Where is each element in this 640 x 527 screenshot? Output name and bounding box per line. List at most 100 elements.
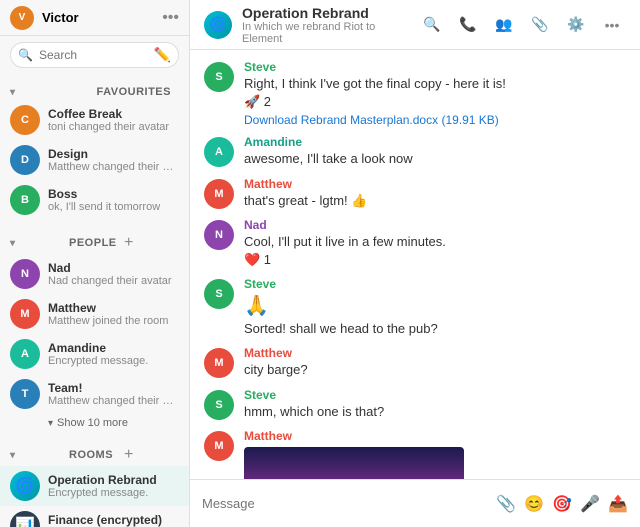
message-avatar: M — [204, 348, 234, 378]
message-avatar: M — [204, 431, 234, 461]
header-menu-icon[interactable]: ••• — [162, 9, 179, 27]
emoji-icon[interactable]: 😊 — [524, 494, 544, 514]
message-avatar: S — [204, 279, 234, 309]
message-group: A Amandine awesome, I'll take a look now — [204, 135, 626, 168]
message-sender: Matthew — [244, 429, 626, 443]
show-more-chevron-icon: ▾ — [48, 418, 53, 429]
sunset-image — [244, 447, 464, 479]
message-group: N Nad Cool, I'll put it live in a few mi… — [204, 218, 626, 269]
amandine-avatar: A — [10, 339, 40, 369]
message-text: 🙏 — [244, 292, 626, 320]
user-name: Victor — [42, 10, 162, 25]
matthew-name: Matthew — [48, 301, 179, 315]
search-icon: 🔍 — [18, 48, 33, 62]
attachment-icon[interactable]: 📎 — [496, 494, 516, 514]
finance-avatar: 📊 — [10, 511, 40, 527]
finance-name: Finance (encrypted) — [48, 513, 179, 527]
chat-area: 🌀 Operation Rebrand In which we rebrand … — [190, 0, 640, 527]
message-group: S Steve hmm, which one is that? — [204, 388, 626, 421]
voice-icon[interactable]: 🎤 — [580, 494, 600, 514]
chat-messages: S Steve Right, I think I've got the fina… — [190, 50, 640, 479]
message-sender: Steve — [244, 277, 626, 291]
message-sender: Matthew — [244, 177, 626, 191]
add-room-icon[interactable]: + — [124, 446, 179, 464]
message-avatar: M — [204, 179, 234, 209]
chat-title: Operation Rebrand — [242, 5, 418, 21]
matthew-avatar: M — [10, 299, 40, 329]
people-show-more-label: Show 10 more — [57, 417, 128, 429]
design-name: Design — [48, 147, 179, 161]
sidebar: V Victor ••• 🔍 ✏️ ▾ FAVOURITES C Coffee … — [0, 0, 190, 527]
message-sender: Steve — [244, 388, 626, 402]
amandine-sub: Encrypted message. — [48, 355, 179, 367]
overflow-menu-icon[interactable]: ••• — [598, 11, 626, 39]
people-section: ▾ PEOPLE + N Nad Nad changed their avata… — [0, 222, 189, 434]
boss-name: Boss — [48, 187, 179, 201]
coffee-break-avatar: C — [10, 105, 40, 135]
chat-room-avatar: 🌀 — [204, 11, 232, 39]
coffee-break-sub: toni changed their avatar — [48, 121, 179, 133]
settings-icon[interactable]: ⚙️ — [562, 11, 590, 39]
people-label: PEOPLE — [69, 237, 124, 249]
user-avatar: V — [10, 6, 34, 30]
message-text: Sorted! shall we head to the pub? — [244, 320, 626, 338]
boss-sub: ok, I'll send it tomorrow — [48, 201, 179, 213]
favourites-header: ▾ FAVOURITES — [0, 82, 189, 100]
message-sender: Steve — [244, 60, 626, 74]
message-sender: Nad — [244, 218, 626, 232]
nad-avatar: N — [10, 259, 40, 289]
sidebar-item-matthew[interactable]: M Matthew Matthew joined the room — [0, 294, 189, 334]
image-placeholder — [244, 447, 464, 479]
sidebar-item-finance[interactable]: 📊 Finance (encrypted) You changed the ro… — [0, 506, 189, 527]
chat-subtitle: In which we rebrand Riot to Element — [242, 21, 418, 45]
search-chat-icon[interactable]: 🔍 — [418, 11, 446, 39]
sidebar-item-design[interactable]: D Design Matthew changed their avatar — [0, 140, 189, 180]
team-name: Team! — [48, 381, 179, 395]
rooms-label: ROOMS — [69, 449, 124, 461]
message-input[interactable] — [202, 496, 488, 511]
message-text: 🚀 2 — [244, 93, 626, 111]
message-text: that's great - lgtm! 👍 — [244, 192, 626, 210]
sticker-icon[interactable]: 🎯 — [552, 494, 572, 514]
sidebar-scroll: ▾ FAVOURITES C Coffee Break toni changed… — [0, 74, 189, 527]
favourites-section: ▾ FAVOURITES C Coffee Break toni changed… — [0, 74, 189, 222]
operation-rebrand-name: Operation Rebrand — [48, 473, 179, 487]
message-group: S Steve 🙏 Sorted! shall we head to the p… — [204, 277, 626, 338]
message-text: Right, I think I've got the final copy -… — [244, 75, 626, 93]
sidebar-item-team[interactable]: T Team! Matthew changed their avatar — [0, 374, 189, 414]
message-group: S Steve Right, I think I've got the fina… — [204, 60, 626, 127]
add-people-icon[interactable]: + — [124, 234, 179, 252]
rooms-header: ▾ ROOMS + — [0, 442, 189, 466]
message-text: awesome, I'll take a look now — [244, 150, 626, 168]
sidebar-item-nad[interactable]: N Nad Nad changed their avatar — [0, 254, 189, 294]
message-group: M Matthew that's great - lgtm! 👍 — [204, 177, 626, 210]
compose-icon[interactable]: ✏️ — [154, 47, 171, 64]
team-avatar: T — [10, 379, 40, 409]
amandine-name: Amandine — [48, 341, 179, 355]
nad-name: Nad — [48, 261, 179, 275]
chat-header-actions: 🔍 📞 👥 📎 ⚙️ ••• — [418, 11, 626, 39]
message-image — [244, 447, 464, 479]
message-text: city barge? — [244, 361, 626, 379]
boss-avatar: B — [10, 185, 40, 215]
message-group: M Matthew city barge? — [204, 346, 626, 379]
call-icon[interactable]: 📞 — [454, 11, 482, 39]
rooms-chevron-icon: ▾ — [10, 450, 65, 461]
message-avatar: S — [204, 62, 234, 92]
sidebar-item-operation-rebrand[interactable]: 🌀 Operation Rebrand Encrypted message. — [0, 466, 189, 506]
message-text: Cool, I'll put it live in a few minutes. — [244, 233, 626, 251]
sidebar-item-coffee-break[interactable]: C Coffee Break toni changed their avatar — [0, 100, 189, 140]
people-header: ▾ PEOPLE + — [0, 230, 189, 254]
sidebar-header: V Victor ••• — [0, 0, 189, 36]
sidebar-item-amandine[interactable]: A Amandine Encrypted message. — [0, 334, 189, 374]
message-link[interactable]: Download Rebrand Masterplan.docx (19.91 … — [244, 113, 626, 127]
favourites-label: FAVOURITES — [97, 86, 180, 98]
message-avatar: N — [204, 220, 234, 250]
files-icon[interactable]: 📎 — [526, 11, 554, 39]
send-icon[interactable]: 📤 — [608, 494, 628, 514]
sidebar-item-boss[interactable]: B Boss ok, I'll send it tomorrow — [0, 180, 189, 220]
design-avatar: D — [10, 145, 40, 175]
members-icon[interactable]: 👥 — [490, 11, 518, 39]
people-show-more[interactable]: ▾ Show 10 more — [0, 414, 189, 432]
chat-input-bar: 📎 😊 🎯 🎤 📤 — [190, 479, 640, 527]
